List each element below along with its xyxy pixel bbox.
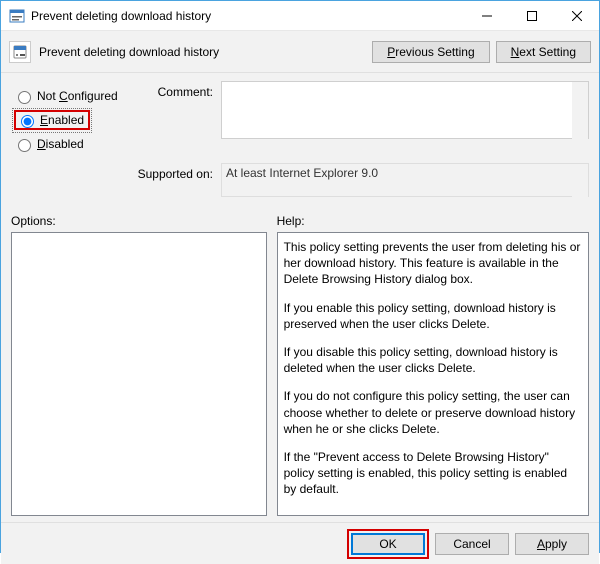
- chevron-down-icon: ˅: [579, 129, 585, 140]
- chevron-up-icon: ˄: [579, 165, 585, 176]
- maximize-button[interactable]: [509, 1, 554, 31]
- chevron-up-icon: ˄: [579, 83, 585, 94]
- state-radios: Not Configured Enabled Disabled: [11, 81, 133, 157]
- previous-setting-button[interactable]: Previous Setting: [372, 41, 489, 63]
- close-button[interactable]: [554, 1, 599, 31]
- cancel-button[interactable]: Cancel: [435, 533, 509, 555]
- footer: OK Cancel Apply: [1, 522, 599, 564]
- policy-icon: [9, 41, 31, 63]
- help-paragraph: If you disable this policy setting, down…: [284, 344, 582, 376]
- details-section: Options: Help: This policy setting preve…: [1, 206, 599, 522]
- help-paragraph: If you enable this policy setting, downl…: [284, 300, 582, 332]
- apply-button[interactable]: Apply: [515, 533, 589, 555]
- radio-not-configured-input[interactable]: [18, 91, 31, 104]
- radio-enabled-input[interactable]: [21, 115, 34, 128]
- config-section: Not Configured Enabled Disabled Comment:…: [1, 73, 599, 206]
- comment-input[interactable]: [221, 81, 589, 139]
- supported-label: Supported on:: [133, 163, 221, 181]
- titlebar: Prevent deleting download history: [1, 1, 599, 31]
- supported-on-field: [221, 163, 589, 197]
- next-setting-label: ext Setting: [519, 45, 576, 59]
- help-label: Help:: [277, 214, 589, 228]
- help-text: This policy setting prevents the user fr…: [277, 232, 589, 516]
- radio-disabled[interactable]: Disabled: [11, 133, 133, 155]
- comment-label: Comment:: [133, 81, 221, 99]
- ok-button[interactable]: OK: [351, 533, 425, 555]
- options-label: Options:: [11, 214, 267, 228]
- help-paragraph: This policy setting prevents the user fr…: [284, 239, 582, 288]
- window-title: Prevent deleting download history: [31, 9, 464, 23]
- minimize-button[interactable]: [464, 1, 509, 31]
- header-strip: Prevent deleting download history Previo…: [1, 31, 599, 73]
- previous-setting-label: revious Setting: [395, 45, 474, 59]
- help-paragraph: If you do not configure this policy sett…: [284, 388, 582, 437]
- header-title: Prevent deleting download history: [39, 45, 366, 59]
- radio-enabled[interactable]: Enabled: [14, 110, 90, 130]
- radio-not-configured[interactable]: Not Configured: [11, 85, 133, 107]
- next-setting-button[interactable]: Next Setting: [496, 41, 591, 63]
- app-icon: [9, 8, 25, 24]
- radio-disabled-input[interactable]: [18, 139, 31, 152]
- chevron-down-icon: ˅: [579, 187, 585, 198]
- help-paragraph: If the "Prevent access to Delete Browsin…: [284, 449, 582, 498]
- options-listbox[interactable]: [11, 232, 267, 516]
